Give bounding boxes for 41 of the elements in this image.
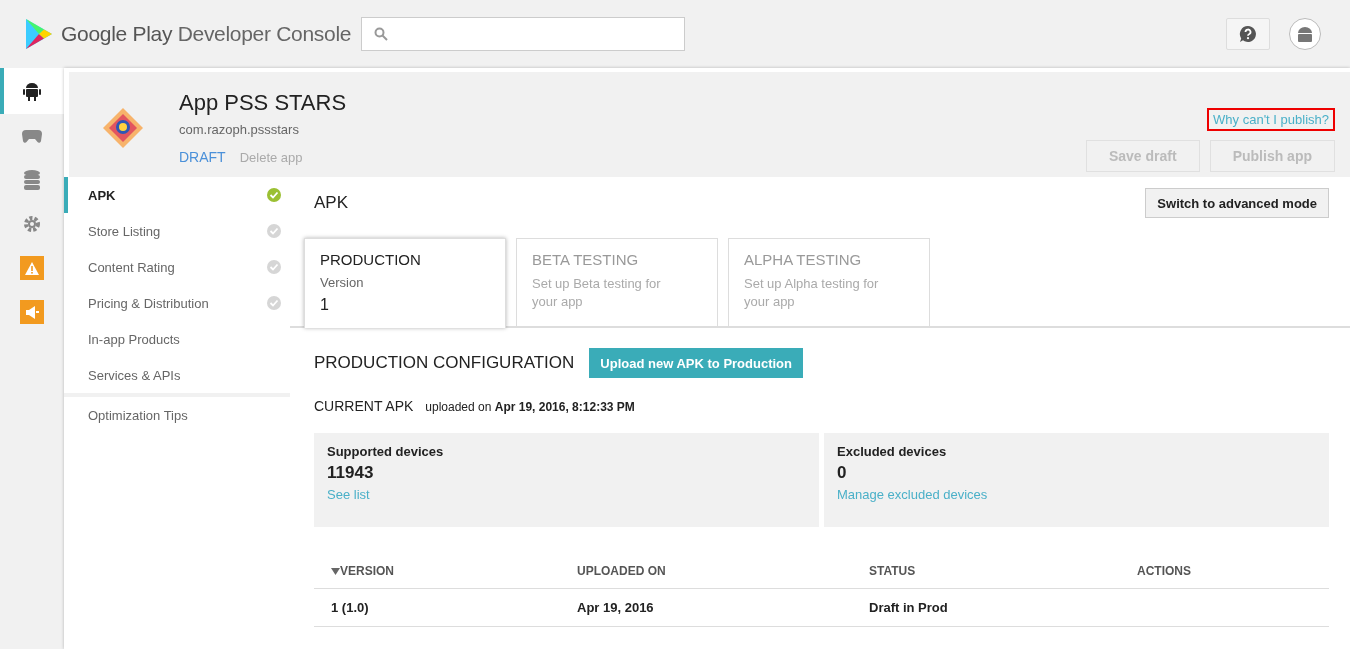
table-cell: 1 (1.0) xyxy=(314,588,560,627)
play-logo-icon xyxy=(25,18,53,50)
nav-item[interactable]: Store Listing xyxy=(64,213,290,249)
device-count: 11943 xyxy=(327,463,375,483)
app-title: App PSS STARS xyxy=(179,90,347,116)
help-icon xyxy=(1239,25,1257,43)
track-tab[interactable]: PRODUCTION Version 1 xyxy=(304,238,506,328)
column-header[interactable]: STATUS xyxy=(852,554,1120,589)
card-title: Supported devices xyxy=(327,444,445,459)
column-header[interactable]: UPLOADED ON xyxy=(560,554,852,589)
upload-date-text: uploaded on Apr 19, 2016, 8:12:33 PM xyxy=(425,400,635,414)
column-header[interactable]: VERSION xyxy=(314,554,560,589)
settings-icon xyxy=(23,215,41,233)
warning-icon xyxy=(20,256,44,280)
column-header[interactable]: ACTIONS xyxy=(1120,554,1329,589)
nav-item[interactable]: In-app Products xyxy=(64,321,290,357)
device-count: 0 xyxy=(837,463,848,483)
advanced-mode-button[interactable]: Switch to advanced mode xyxy=(1145,188,1329,218)
page-title: APK xyxy=(314,193,349,213)
brand-title: Google Play Developer Console xyxy=(61,22,352,46)
card-title: Excluded devices xyxy=(837,444,948,459)
section-title: PRODUCTION CONFIGURATION xyxy=(314,353,575,373)
nav-item[interactable]: Pricing & Distribution xyxy=(64,285,290,321)
table-cell: Apr 19, 2016 xyxy=(560,588,852,627)
nav-item[interactable]: Content Rating xyxy=(64,249,290,285)
current-apk-label: CURRENT APK xyxy=(314,398,414,414)
app-status: DRAFT xyxy=(179,149,226,165)
search-field[interactable] xyxy=(361,17,685,51)
database-icon xyxy=(24,170,40,190)
nav-item[interactable]: Optimization Tips xyxy=(64,397,290,433)
nav-item[interactable]: Services & APIs xyxy=(64,357,290,393)
package-name: com.razoph.pssstars xyxy=(179,122,300,137)
megaphone-icon xyxy=(20,300,44,324)
sort-icon xyxy=(331,568,340,575)
rail-item[interactable] xyxy=(0,68,64,114)
help-button[interactable] xyxy=(1226,18,1270,50)
gamepad-icon xyxy=(22,129,42,143)
account-avatar[interactable] xyxy=(1289,18,1321,50)
search-icon xyxy=(374,27,388,41)
nav-item[interactable]: APK xyxy=(64,177,290,213)
table-cell: Draft in Prod xyxy=(852,588,1120,627)
